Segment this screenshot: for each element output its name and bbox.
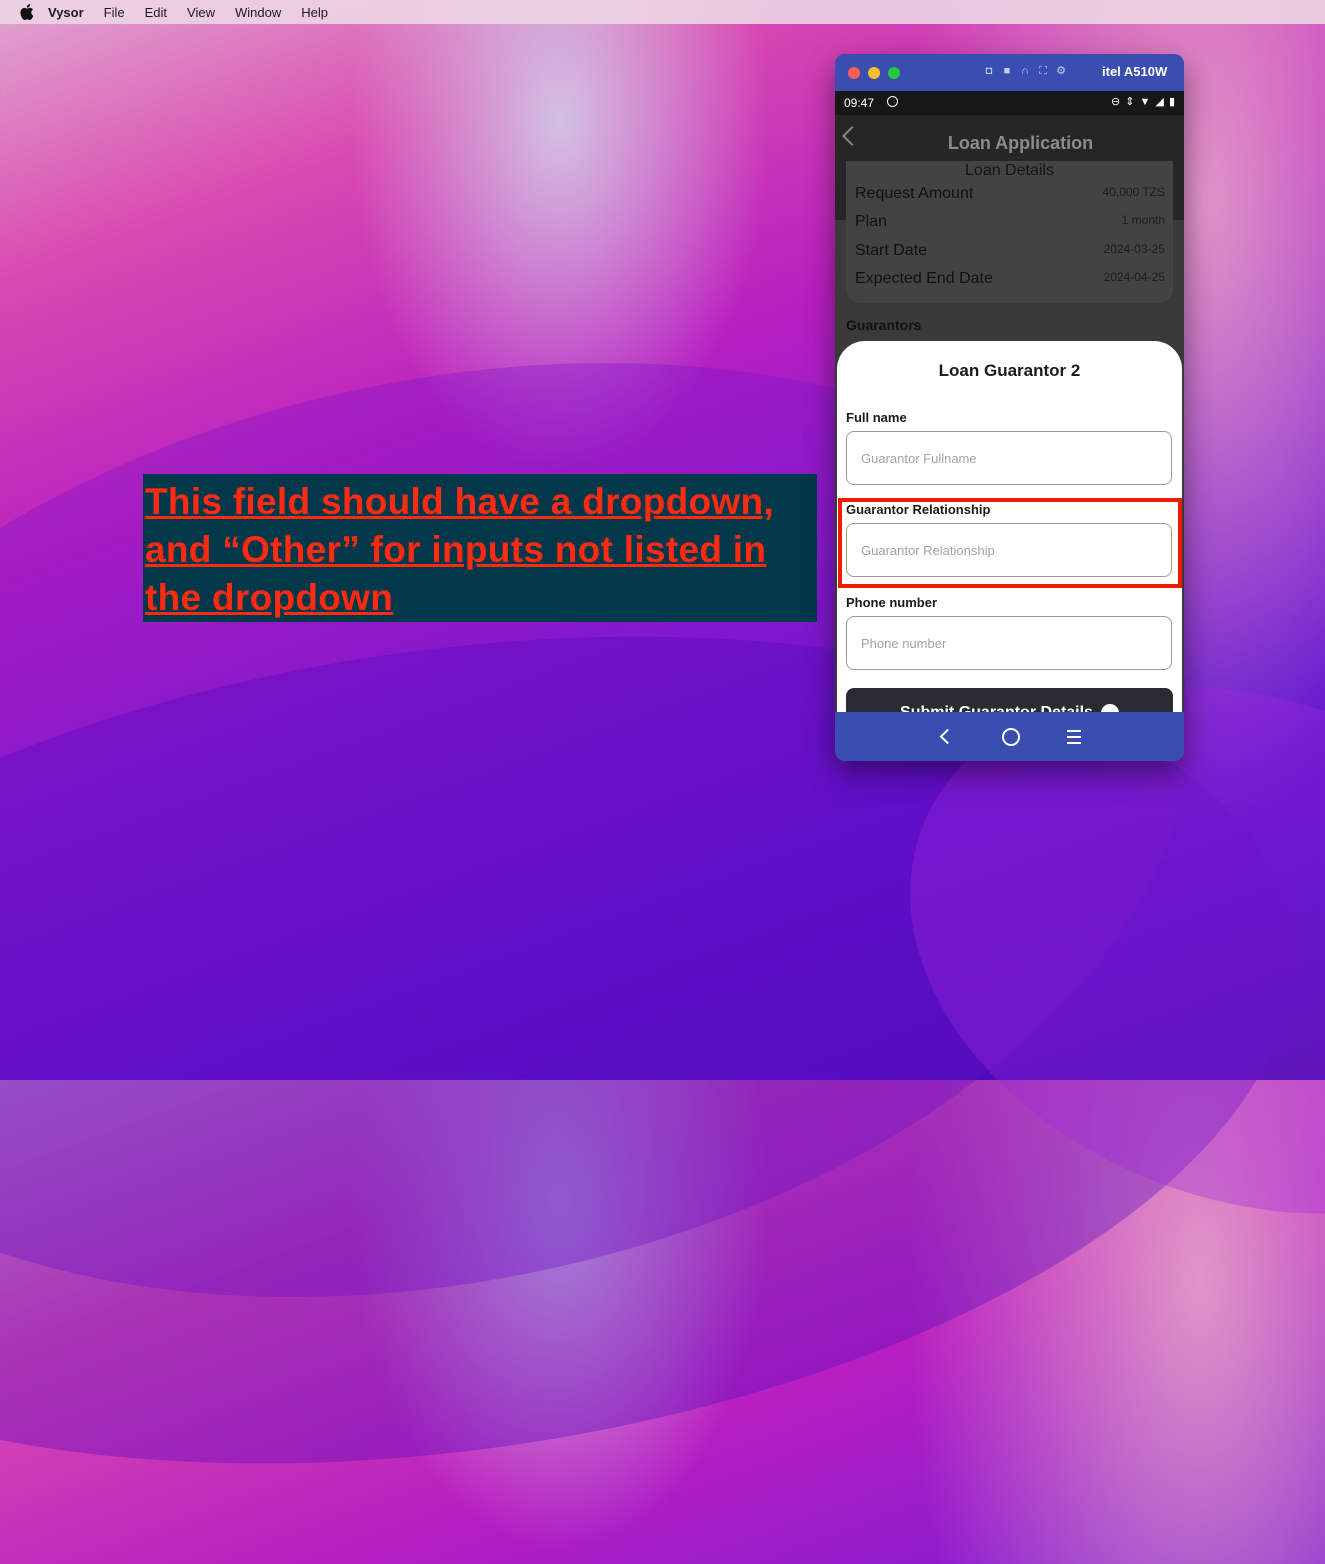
mac-menubar: Vysor File Edit View Window Help: [0, 0, 1325, 24]
submit-guarantor-button[interactable]: Submit Guarantor Details: [846, 688, 1173, 712]
full-name-input[interactable]: [846, 431, 1172, 485]
detail-row: Plan 1 month: [855, 213, 1165, 235]
android-status-bar: 09:47 ⊖ ⇕ ▼ ◢ ▮: [835, 91, 1184, 115]
guarantor-bottom-sheet: Loan Guarantor 2 Full name Guarantor Rel…: [837, 341, 1182, 712]
full-name-label: Full name: [846, 410, 907, 425]
gear-icon[interactable]: ⚙: [1055, 65, 1067, 77]
detail-label: Request Amount: [855, 185, 974, 202]
app-notification-icon: [887, 96, 898, 107]
detail-value: 2024-03-25: [1103, 242, 1165, 256]
menu-file[interactable]: File: [104, 5, 125, 20]
video-icon[interactable]: ■: [1001, 65, 1013, 77]
menu-window[interactable]: Window: [235, 5, 281, 20]
phone-input[interactable]: [846, 616, 1172, 670]
phone-screen: Loan Application Loan Details Request Am…: [835, 115, 1184, 712]
detail-label: Plan: [855, 213, 888, 230]
nav-home-icon[interactable]: [1002, 728, 1020, 746]
maximize-window-button[interactable]: [888, 67, 900, 79]
detail-row: Start Date 2024-03-25: [855, 242, 1165, 264]
detail-value: 1 month: [1121, 213, 1165, 227]
annotation-text: This field should have a dropdown, and “…: [145, 481, 774, 618]
nav-back-icon[interactable]: [939, 728, 956, 745]
camera-icon[interactable]: ◘: [983, 65, 995, 77]
menu-help[interactable]: Help: [301, 5, 328, 20]
guarantors-heading: Guarantors: [846, 317, 922, 333]
annotation-box: This field should have a dropdown, and “…: [143, 474, 817, 622]
detail-row: Request Amount 40,000 TZS: [855, 185, 1165, 207]
sheet-title: Loan Guarantor 2: [938, 361, 1081, 380]
detail-value: 2024-04-25: [1103, 270, 1165, 284]
phone-label: Phone number: [846, 595, 938, 610]
detail-row: Expected End Date 2024-04-25: [855, 270, 1165, 292]
relationship-input[interactable]: [846, 523, 1172, 577]
menu-app-name[interactable]: Vysor: [48, 5, 84, 20]
status-time: 09:47: [844, 96, 875, 110]
fullscreen-icon[interactable]: ⛶: [1037, 65, 1049, 77]
device-name: itel A510W: [1102, 64, 1168, 79]
submit-label: Submit Guarantor Details: [900, 704, 1093, 712]
relationship-label: Guarantor Relationship: [846, 502, 991, 517]
detail-label: Start Date: [855, 242, 928, 259]
vysor-window: ◘ ■ ∩ ⛶ ⚙ itel A510W 09:47 ⊖ ⇕ ▼ ◢ ▮ Loa…: [835, 54, 1184, 761]
headphones-icon[interactable]: ∩: [1019, 65, 1031, 77]
page-title: Loan Application: [947, 133, 1094, 153]
close-window-button[interactable]: [848, 67, 860, 79]
window-titlebar: ◘ ■ ∩ ⛶ ⚙ itel A510W: [835, 54, 1184, 91]
window-toolbar: ◘ ■ ∩ ⛶ ⚙: [983, 65, 1067, 77]
menu-edit[interactable]: Edit: [145, 5, 167, 20]
apple-icon[interactable]: [20, 4, 34, 20]
menu-view[interactable]: View: [187, 5, 215, 20]
loan-details-title: Loan Details: [965, 162, 1054, 179]
arrow-right-icon: [1100, 703, 1119, 712]
loan-details-card: Loan Details Request Amount 40,000 TZS P…: [846, 161, 1173, 303]
nav-menu-icon[interactable]: [1067, 730, 1081, 744]
detail-value: 40,000 TZS: [1102, 185, 1165, 199]
android-nav-bar: [835, 712, 1184, 761]
status-indicators: ⊖ ⇕ ▼ ◢ ▮: [1110, 96, 1176, 108]
detail-label: Expected End Date: [855, 270, 993, 287]
minimize-window-button[interactable]: [868, 67, 880, 79]
